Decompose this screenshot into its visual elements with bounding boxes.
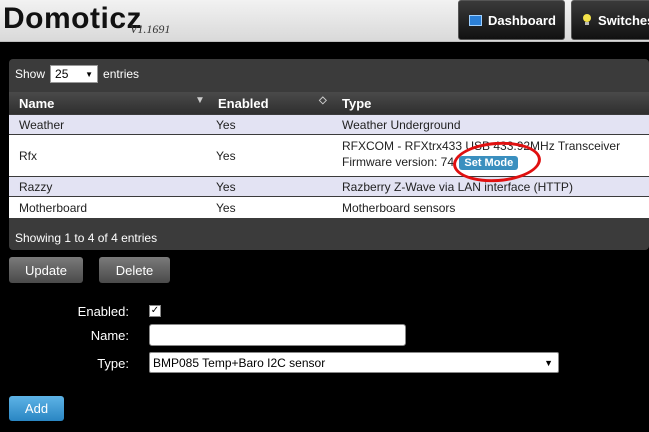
nav-dashboard-label: Dashboard xyxy=(488,12,556,28)
table-row[interactable]: Rfx Yes RFXCOM - RFXtrx433 USB 433.92MHz… xyxy=(9,135,649,176)
app-logo: Domoticz xyxy=(3,2,142,35)
app-version: V1.1691 xyxy=(130,22,171,36)
enabled-label: Enabled: xyxy=(77,304,129,319)
cell-enabled: Yes xyxy=(216,118,236,132)
nav-dashboard-button[interactable]: Dashboard xyxy=(458,0,565,40)
page-size-control: Show 25 ▼ entries xyxy=(15,65,139,83)
enabled-checkbox[interactable]: ✓ xyxy=(149,305,161,317)
delete-button[interactable]: Delete xyxy=(99,257,170,283)
nav-switches-button[interactable]: Switches xyxy=(571,0,649,40)
name-input[interactable] xyxy=(149,324,406,346)
hardware-table-panel: Show 25 ▼ entries Name ▼ Enabled ◇ Type … xyxy=(9,59,649,250)
page-size-value: 25 xyxy=(55,67,69,81)
table-info: Showing 1 to 4 of 4 entries xyxy=(15,231,158,245)
table-row[interactable]: Weather Yes Weather Underground xyxy=(9,115,649,134)
sort-down-icon[interactable]: ▼ xyxy=(195,95,205,106)
cell-enabled: Yes xyxy=(216,149,236,163)
table-header: Name ▼ Enabled ◇ Type xyxy=(9,92,649,114)
entries-label: entries xyxy=(103,67,140,81)
app-header: Domoticz V1.1691 Dashboard Switches xyxy=(0,0,649,42)
type-select-value: BMP085 Temp+Baro I2C sensor xyxy=(153,355,326,370)
cell-enabled: Yes xyxy=(216,201,236,215)
cell-enabled: Yes xyxy=(216,180,236,194)
chevron-down-icon: ▼ xyxy=(544,357,553,368)
type-select[interactable]: BMP085 Temp+Baro I2C sensor ▼ xyxy=(149,352,559,373)
dashboard-icon xyxy=(469,14,482,26)
nav-switches-label: Switches xyxy=(598,12,649,28)
firmware-version: Firmware version: 74 xyxy=(342,155,455,169)
name-label: Name: xyxy=(90,328,129,343)
cell-name: Razzy xyxy=(19,180,53,194)
cell-type: Motherboard sensors xyxy=(342,201,456,215)
table-row[interactable]: Motherboard Yes Motherboard sensors xyxy=(9,197,649,218)
show-label: Show xyxy=(15,67,46,81)
add-button[interactable]: Add xyxy=(9,396,64,421)
page-size-select[interactable]: 25 ▼ xyxy=(50,65,99,83)
cell-name: Weather xyxy=(19,118,65,132)
update-button[interactable]: Update xyxy=(9,257,83,283)
column-header-type[interactable]: Type xyxy=(342,96,371,111)
type-label: Type: xyxy=(97,356,129,371)
sort-both-icon[interactable]: ◇ xyxy=(319,95,327,106)
cell-type: Weather Underground xyxy=(342,118,461,132)
cell-type: Razberry Z-Wave via LAN interface (HTTP) xyxy=(342,180,573,194)
cell-name: Rfx xyxy=(19,149,37,163)
column-header-enabled[interactable]: Enabled xyxy=(218,96,269,111)
column-header-name[interactable]: Name xyxy=(19,96,54,111)
cell-name: Motherboard xyxy=(19,201,88,215)
lightbulb-icon xyxy=(582,14,592,26)
chevron-down-icon: ▼ xyxy=(85,69,94,79)
table-row[interactable]: Razzy Yes Razberry Z-Wave via LAN interf… xyxy=(9,177,649,196)
